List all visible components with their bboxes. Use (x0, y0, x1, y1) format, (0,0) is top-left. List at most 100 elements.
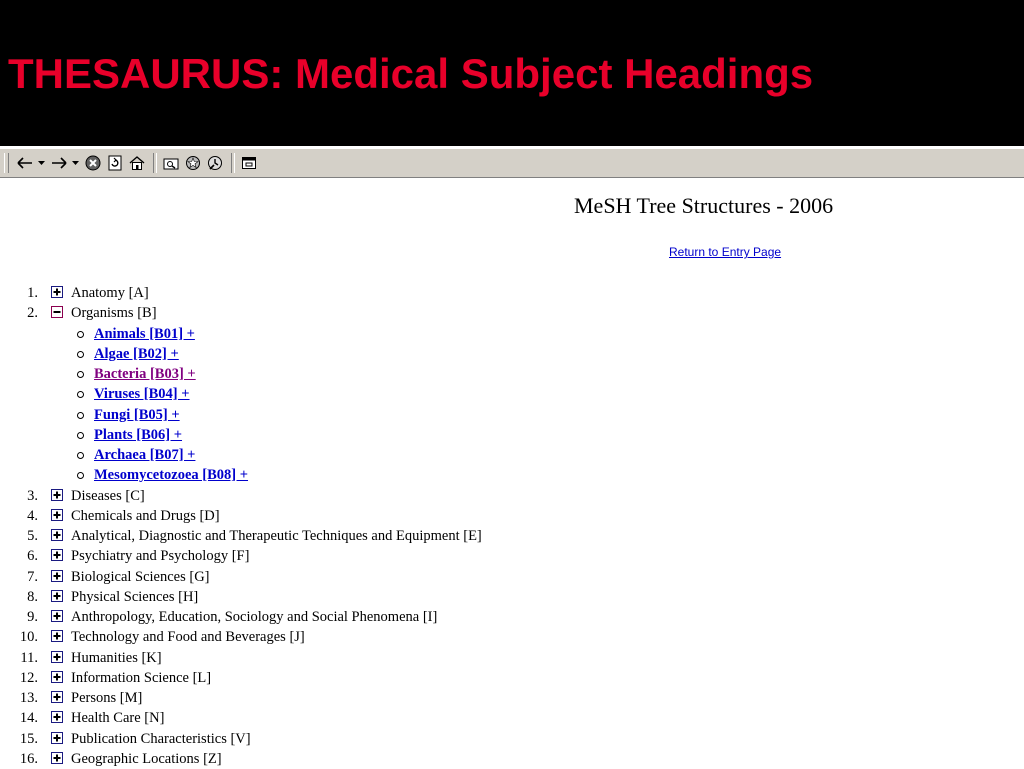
subtree-item-plants: Plants [B06] + (0, 425, 1024, 445)
item-number: 4. (27, 507, 38, 524)
tree-item-information-science: 12. Information Science [L] (0, 668, 1024, 688)
expand-plus-icon[interactable] (51, 488, 63, 501)
item-number: 11. (20, 649, 38, 666)
subtree-link-visited[interactable]: Bacteria [B03] + (94, 364, 196, 384)
item-number: 2. (27, 305, 38, 322)
tree-item-health-care: 14. Health Care [N] (0, 708, 1024, 728)
expand-plus-icon[interactable] (51, 610, 63, 622)
subtree-link[interactable]: Archaea [B07] + (94, 445, 195, 465)
item-number: 1. (27, 285, 38, 301)
history-icon[interactable] (205, 153, 225, 173)
tree-item-label: Organisms [B] (71, 305, 157, 322)
item-number: 13. (19, 690, 38, 706)
tree-item-label: Diseases [C] (71, 487, 145, 504)
expand-plus-icon[interactable] (51, 630, 63, 643)
tree-item-diseases: 3. Diseases [C] (0, 486, 1024, 506)
tree-item-publication-characteristics: 15. Publication Characteristics [V] (0, 729, 1024, 749)
item-number: 14. (19, 710, 38, 727)
tree-item-humanities: 11. Humanities [K] (0, 648, 1024, 668)
expand-plus-icon[interactable] (51, 549, 63, 562)
subtree-item-bacteria: Bacteria [B03] + (0, 364, 1024, 384)
tree-item-anthropology: 9. Anthropology, Education, Sociology an… (0, 607, 1024, 627)
tree-item-label: Persons [M] (71, 690, 143, 706)
tree-item-psychiatry-psychology: 6. Psychiatry and Psychology [F] (0, 546, 1024, 566)
tree-item-label: Physical Sciences [H] (71, 588, 199, 605)
expand-plus-icon[interactable] (51, 529, 63, 541)
expand-plus-icon[interactable] (51, 589, 63, 602)
tree-item-label: Health Care [N] (71, 710, 165, 727)
tree-item-label: Information Science [L] (71, 669, 212, 686)
expand-plus-icon[interactable] (51, 569, 63, 582)
tree-item-organisms: 2. Organisms [B] (0, 303, 1024, 323)
toolbar-grip[interactable] (4, 153, 9, 173)
tree-item-geographic-locations: 16. Geographic Locations [Z] (0, 749, 1024, 769)
toolbar-separator (231, 153, 235, 173)
subtree-link[interactable]: Animals [B01] + (94, 324, 195, 344)
tree-item-persons: 13. Persons [M] (0, 688, 1024, 708)
mesh-tree: 1. Anatomy [A] 2. Organisms [B] Animals … (0, 283, 1024, 769)
circle-bullet-icon (77, 371, 84, 378)
item-number: 7. (27, 568, 38, 585)
back-dropdown-icon[interactable] (37, 153, 45, 173)
tree-item-chemicals-drugs: 4. Chemicals and Drugs [D] (0, 506, 1024, 526)
tree-item-label: Humanities [K] (71, 649, 162, 666)
search-icon[interactable] (161, 153, 181, 173)
tree-item-technology-food: 10. Technology and Food and Beverages [J… (0, 627, 1024, 647)
subtree-item-archaea: Archaea [B07] + (0, 445, 1024, 465)
stop-icon[interactable] (83, 153, 103, 173)
subtree-item-animals: Animals [B01] + (0, 324, 1024, 344)
item-number: 16. (19, 750, 38, 767)
expand-plus-icon[interactable] (51, 691, 63, 703)
subtree-item-viruses: Viruses [B04] + (0, 384, 1024, 404)
expand-plus-icon[interactable] (51, 508, 63, 521)
item-number: 3. (27, 487, 38, 504)
back-arrow-icon[interactable] (15, 153, 35, 173)
subtree-link[interactable]: Algae [B02] + (94, 344, 179, 364)
favorites-icon[interactable] (183, 153, 203, 173)
tree-item-biological-sciences: 7. Biological Sciences [G] (0, 567, 1024, 587)
expand-plus-icon[interactable] (51, 670, 63, 683)
subtree-item-mesomycetozoea: Mesomycetozoea [B08] + (0, 465, 1024, 485)
tree-item-label: Analytical, Diagnostic and Therapeutic T… (71, 528, 482, 544)
tree-item-label: Technology and Food and Beverages [J] (71, 629, 305, 646)
slide-title: THESAURUS: Medical Subject Headings (8, 50, 814, 97)
subtree-link[interactable]: Mesomycetozoea [B08] + (94, 465, 248, 485)
slide-header: THESAURUS: Medical Subject Headings (0, 0, 1024, 146)
item-number: 15. (19, 730, 38, 747)
circle-bullet-icon (77, 350, 84, 358)
circle-bullet-icon (77, 330, 84, 338)
expand-plus-icon[interactable] (51, 751, 63, 764)
subtree-link[interactable]: Viruses [B04] + (94, 384, 190, 404)
tree-item-label: Anthropology, Education, Sociology and S… (71, 609, 438, 625)
circle-bullet-icon (77, 411, 84, 419)
expand-plus-icon[interactable] (51, 731, 63, 744)
item-number: 5. (27, 528, 38, 544)
forward-arrow-icon[interactable] (49, 153, 69, 173)
page-heading: MeSH Tree Structures - 2006 (574, 193, 834, 218)
expand-plus-icon[interactable] (51, 286, 63, 298)
toolbar-separator (153, 153, 157, 173)
subtree-link[interactable]: Plants [B06] + (94, 425, 182, 445)
subtree-item-algae: Algae [B02] + (0, 344, 1024, 364)
forward-dropdown-icon[interactable] (71, 153, 79, 173)
tree-item-label: Anatomy [A] (71, 285, 149, 301)
return-to-entry-link[interactable]: Return to Entry Page (669, 244, 781, 260)
tree-item-label: Publication Characteristics [V] (71, 730, 251, 747)
tree-item-techniques-equipment: 5. Analytical, Diagnostic and Therapeuti… (0, 526, 1024, 546)
item-number: 10. (19, 629, 38, 646)
collapse-minus-icon[interactable] (51, 306, 63, 319)
item-number: 8. (27, 588, 38, 605)
fullscreen-icon[interactable] (239, 153, 259, 173)
subtree-link[interactable]: Fungi [B05] + (94, 405, 180, 425)
circle-bullet-icon (77, 431, 84, 439)
tree-item-label: Geographic Locations [Z] (71, 750, 222, 767)
expand-plus-icon[interactable] (51, 711, 63, 724)
tree-item-label: Psychiatry and Psychology [F] (71, 548, 250, 565)
circle-bullet-icon (77, 391, 84, 399)
refresh-icon[interactable] (105, 153, 125, 173)
home-icon[interactable] (127, 153, 147, 173)
tree-item-label: Biological Sciences [G] (71, 568, 210, 585)
item-number: 6. (27, 548, 38, 565)
expand-plus-icon[interactable] (51, 650, 63, 663)
circle-bullet-icon (77, 452, 84, 459)
